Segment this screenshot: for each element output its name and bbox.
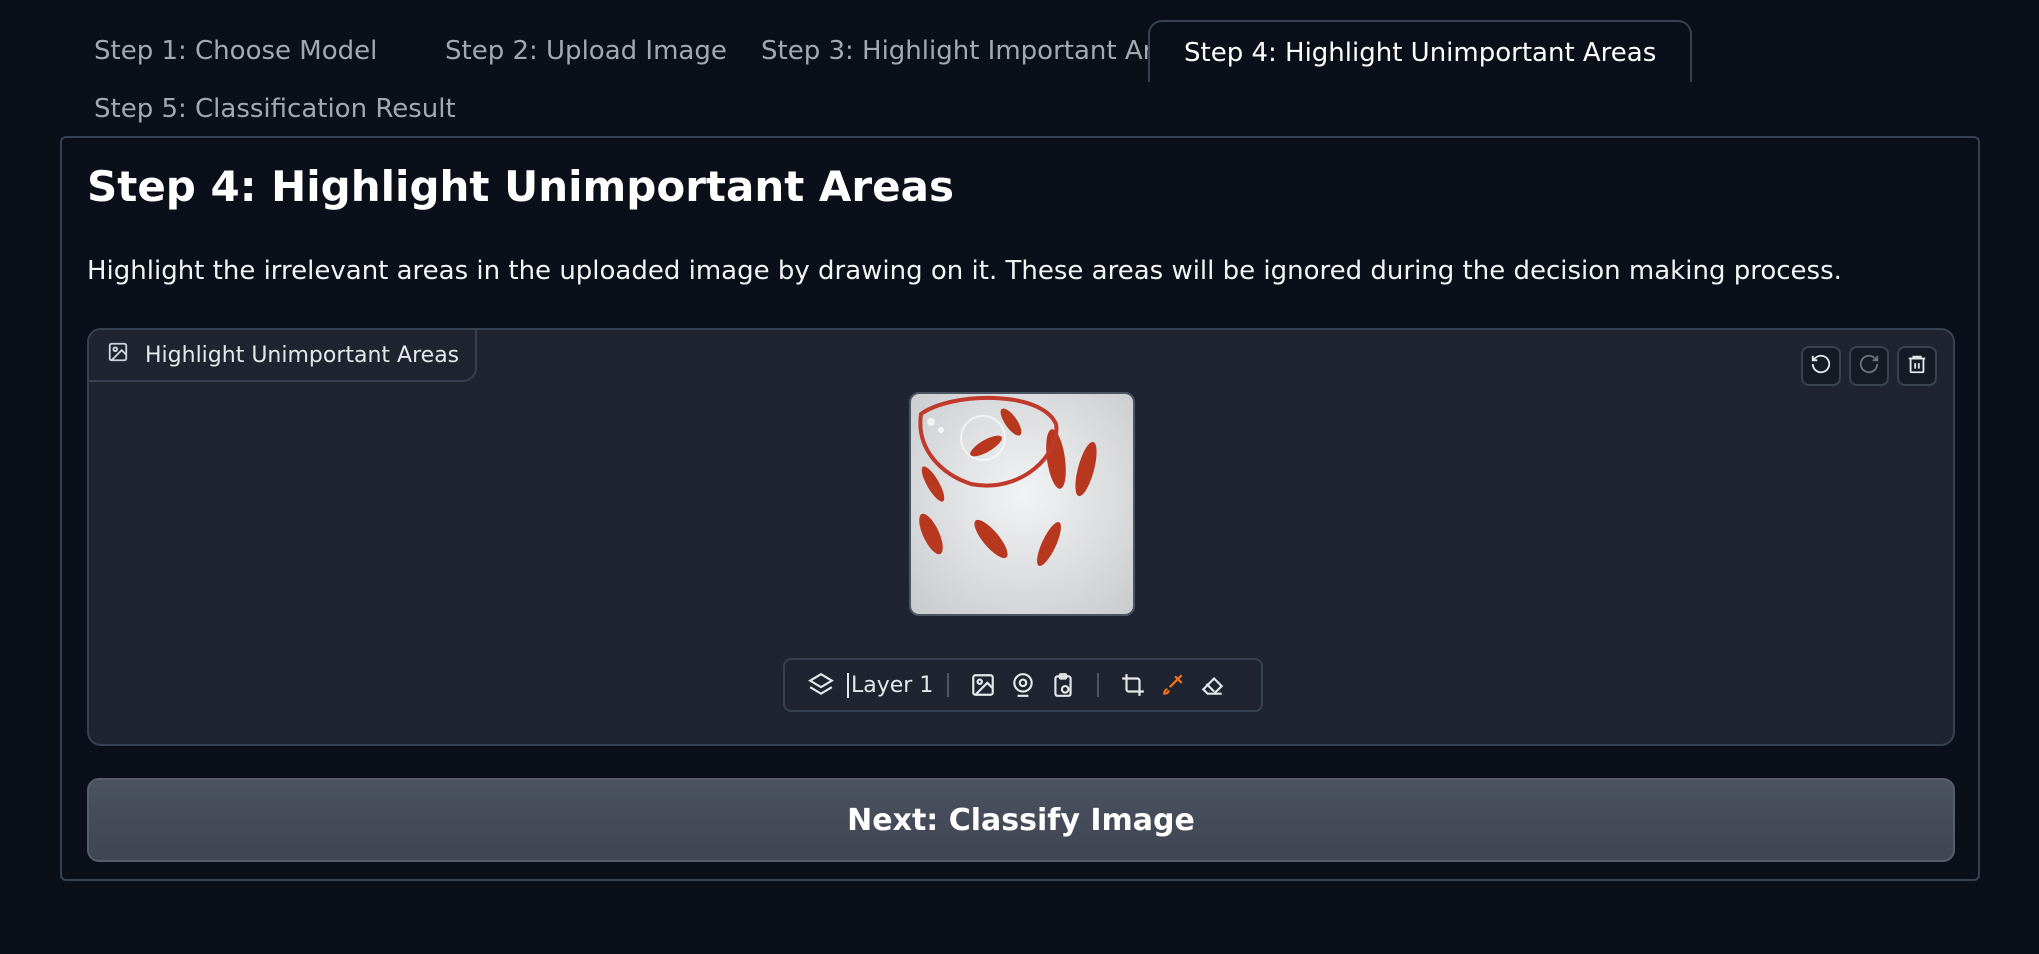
- image-icon: [107, 341, 129, 369]
- clipboard-icon[interactable]: [1043, 665, 1083, 705]
- editor-toolbar: Layer 1: [783, 658, 1263, 712]
- next-classify-button[interactable]: Next: Classify Image: [87, 778, 1955, 862]
- upload-image-icon[interactable]: [963, 665, 1003, 705]
- toolbar-divider: [947, 673, 950, 697]
- redo-icon: [1858, 353, 1880, 379]
- undo-icon: [1810, 353, 1832, 379]
- layer-select[interactable]: Layer 1: [847, 672, 933, 698]
- drawing-canvas[interactable]: [909, 392, 1135, 616]
- undo-button[interactable]: [1801, 346, 1841, 386]
- crop-icon[interactable]: [1113, 665, 1153, 705]
- toolbar-divider: [1097, 673, 1100, 697]
- tab-step-4[interactable]: Step 4: Highlight Unimportant Areas: [1148, 20, 1693, 82]
- step-panel: Step 4: Highlight Unimportant Areas High…: [60, 136, 1980, 881]
- eraser-icon[interactable]: [1193, 665, 1233, 705]
- tab-step-1[interactable]: Step 1: Choose Model: [60, 20, 411, 82]
- page-title: Step 4: Highlight Unimportant Areas: [87, 162, 954, 211]
- layers-icon[interactable]: [801, 665, 841, 705]
- image-editor: Highlight Unimportant Areas Layer 1: [87, 328, 1955, 746]
- clear-button[interactable]: [1897, 346, 1937, 386]
- page-description: Highlight the irrelevant areas in the up…: [87, 256, 1842, 286]
- brush-icon[interactable]: [1153, 665, 1193, 705]
- webcam-icon[interactable]: [1003, 665, 1043, 705]
- tab-step-2[interactable]: Step 2: Upload Image: [411, 20, 761, 82]
- trash-icon: [1906, 353, 1928, 379]
- editor-label: Highlight Unimportant Areas: [89, 330, 478, 382]
- editor-label-text: Highlight Unimportant Areas: [145, 342, 460, 368]
- tab-step-5[interactable]: Step 5: Classification Result: [60, 78, 490, 140]
- redo-button[interactable]: [1849, 346, 1889, 386]
